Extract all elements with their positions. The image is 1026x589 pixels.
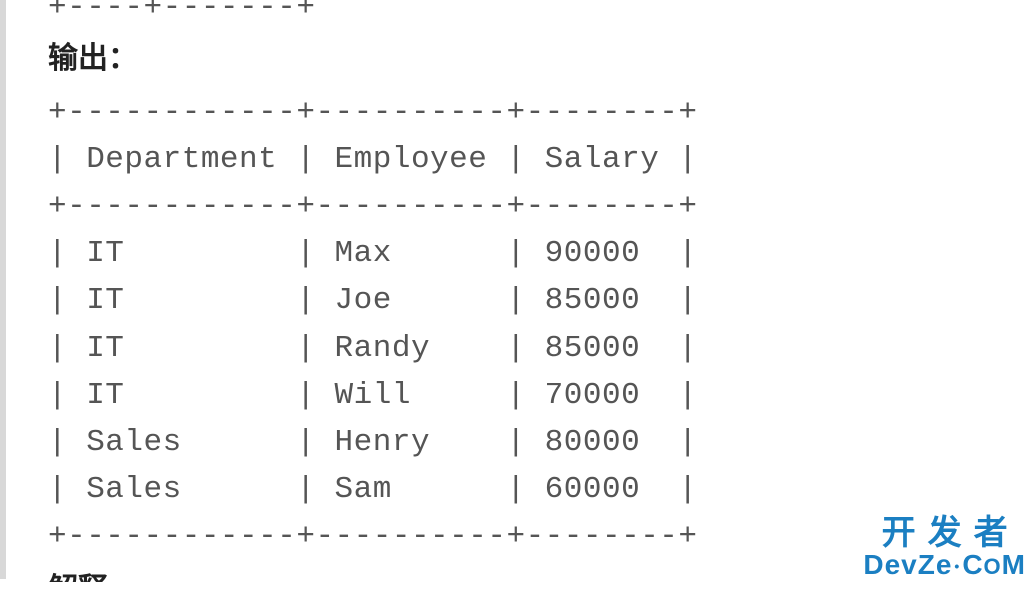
table-row: | IT | Randy | 85000 | (48, 331, 698, 366)
table-row: | IT | Max | 90000 | (48, 236, 698, 271)
table-header: | Department | Employee | Salary | (48, 142, 698, 177)
partial-top-border: +----+-------+ (48, 0, 1026, 25)
quote-border (0, 0, 6, 579)
site-watermark: 开发者 DevZe•COM (863, 516, 1026, 579)
table-row: | IT | Will | 70000 | (48, 378, 698, 413)
table-border: +------------+----------+--------+ (48, 95, 698, 130)
table-row: | Sales | Sam | 60000 | (48, 472, 698, 507)
table-border: +------------+----------+--------+ (48, 519, 698, 554)
article-content: +----+-------+ 输出： +------------+-------… (0, 0, 1026, 582)
table-row: | IT | Joe | 85000 | (48, 283, 698, 318)
ascii-table: +------------+----------+--------+ | Dep… (48, 89, 1026, 560)
output-heading: 输出： (48, 33, 1026, 77)
watermark-cn: 开发者 (863, 516, 1026, 552)
table-border: +------------+----------+--------+ (48, 189, 698, 224)
table-row: | Sales | Henry | 80000 | (48, 425, 698, 460)
watermark-en: DevZe•COM (863, 550, 1026, 579)
